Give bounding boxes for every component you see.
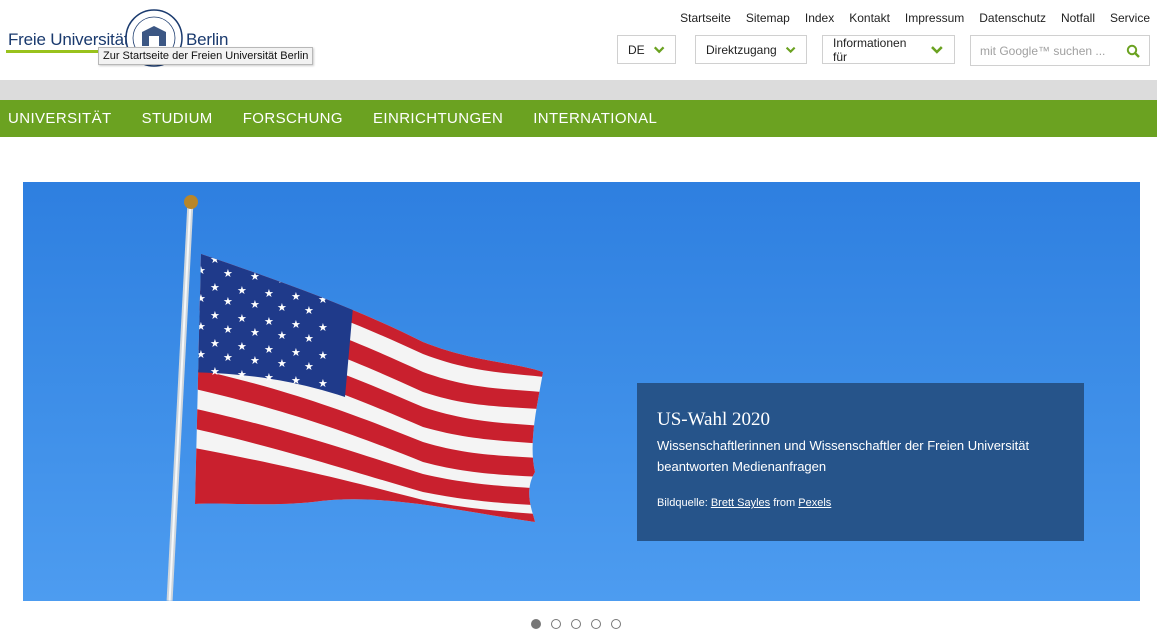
service-link-notfall[interactable]: Notfall xyxy=(1061,11,1095,25)
flag-star: ★ xyxy=(196,265,206,277)
flag-star: ★ xyxy=(223,296,233,308)
flag-star: ★ xyxy=(210,310,220,322)
flag-star: ★ xyxy=(318,294,328,306)
carousel-indicators xyxy=(531,619,621,629)
chevron-down-icon xyxy=(785,46,796,53)
flag-star: ★ xyxy=(223,268,233,280)
image-credit: Bildquelle: Brett Sayles from Pexels xyxy=(657,497,1064,509)
credit-prefix: Bildquelle: xyxy=(657,497,708,509)
service-link-datenschutz[interactable]: Datenschutz xyxy=(979,11,1046,25)
informationen-select[interactable]: Informationen für xyxy=(822,35,955,64)
flag-star: ★ xyxy=(210,282,220,294)
flag-star: ★ xyxy=(304,361,314,373)
flag-star: ★ xyxy=(237,257,247,269)
hero-title[interactable]: US-Wahl 2020 xyxy=(657,409,1064,431)
search-icon[interactable] xyxy=(1126,44,1140,58)
service-link-index[interactable]: Index xyxy=(805,11,834,25)
flag-star: ★ xyxy=(318,322,328,334)
credit-author-link[interactable]: Brett Sayles xyxy=(711,497,770,509)
hero-subtitle[interactable]: Wissenschaftlerinnen und Wissenschaftler… xyxy=(657,435,1064,477)
flag-star: ★ xyxy=(237,369,247,381)
direktzugang-select[interactable]: Direktzugang xyxy=(695,35,807,64)
flag-star: ★ xyxy=(237,285,247,297)
flag-star: ★ xyxy=(318,266,328,278)
flag-star: ★ xyxy=(318,378,328,390)
carousel-dot[interactable] xyxy=(611,619,621,629)
flag-star: ★ xyxy=(250,355,260,367)
flag-star: ★ xyxy=(264,316,274,328)
flag-star: ★ xyxy=(210,366,220,378)
flag-star: ★ xyxy=(237,341,247,353)
service-nav: Startseite Sitemap Index Kontakt Impressum Da… xyxy=(680,11,1150,25)
flag-star: ★ xyxy=(250,299,260,311)
header-divider xyxy=(0,80,1157,100)
carousel-dot[interactable] xyxy=(571,619,581,629)
language-label: DE xyxy=(628,42,645,57)
flag-star: ★ xyxy=(264,288,274,300)
flag-star: ★ xyxy=(210,254,220,266)
flag-star: ★ xyxy=(250,327,260,339)
flag-star: ★ xyxy=(237,313,247,325)
main-nav-item[interactable]: FORSCHUNG xyxy=(243,110,343,127)
hero-slide[interactable]: ★ ★ ★ ★ ★ ★ ★ ★ ★ ★ ★ ★ ★ ★ ★ ★ ★ ★ ★ ★ ★ ★ ★ ★ ★ ★ ★ ★ ★ ★ ★ ★ ★ ★ ★ ★ ★ ★ ★ ★… xyxy=(23,182,1140,601)
flag-star: ★ xyxy=(291,375,301,387)
main-nav-item[interactable]: INTERNATIONAL xyxy=(533,110,657,127)
flag-star: ★ xyxy=(291,263,301,275)
search-box xyxy=(970,35,1150,66)
carousel-dot[interactable] xyxy=(551,619,561,629)
service-link-impressum[interactable]: Impressum xyxy=(905,11,964,25)
logo-tooltip: Zur Startseite der Freien Universität Be… xyxy=(98,47,314,65)
credit-source-link[interactable]: Pexels xyxy=(798,497,831,509)
flag-star: ★ xyxy=(210,338,220,350)
flag-star: ★ xyxy=(223,352,233,364)
flag-star: ★ xyxy=(304,333,314,345)
flag-star: ★ xyxy=(223,324,233,336)
flag-star: ★ xyxy=(277,302,287,314)
main-nav-item[interactable]: UNIVERSITÄT xyxy=(8,110,112,127)
main-nav-item[interactable]: STUDIUM xyxy=(142,110,213,127)
flag-star: ★ xyxy=(196,321,206,333)
chevron-down-icon xyxy=(653,46,665,53)
flag-star: ★ xyxy=(304,305,314,317)
flag-star: ★ xyxy=(304,277,314,289)
search-input[interactable] xyxy=(980,43,1120,58)
flag-star: ★ xyxy=(277,330,287,342)
flag-star: ★ xyxy=(264,372,274,384)
service-link-sitemap[interactable]: Sitemap xyxy=(746,11,790,25)
flag-star: ★ xyxy=(291,347,301,359)
service-link-service[interactable]: Service xyxy=(1110,11,1150,25)
flag-star: ★ xyxy=(264,260,274,272)
flag-stripes: ★ ★ ★ ★ ★★ ★ ★ ★ ★★ ★ ★ ★ ★★ ★ ★ ★ ★★ ★ ★ ★ ★ ★★ ★ ★ ★ ★★ ★ ★ ★ ★ ★★ ★ ★… xyxy=(195,254,543,522)
flag-star: ★ xyxy=(277,274,287,286)
credit-from: from xyxy=(773,497,796,509)
flag-star: ★ xyxy=(196,293,206,305)
hero-caption: US-Wahl 2020 Wissenschaftlerinnen und Wi… xyxy=(637,383,1084,541)
flag-star: ★ xyxy=(291,319,301,331)
flag-star: ★ xyxy=(250,271,260,283)
informationen-label: Informationen für xyxy=(833,35,907,64)
flag-star: ★ xyxy=(277,358,287,370)
service-link-kontakt[interactable]: Kontakt xyxy=(849,11,890,25)
flag-star: ★ xyxy=(291,291,301,303)
carousel-dot[interactable] xyxy=(591,619,601,629)
language-select[interactable]: DE xyxy=(617,35,676,64)
service-link-startseite[interactable]: Startseite xyxy=(680,11,731,25)
carousel-dot[interactable] xyxy=(531,619,541,629)
flag-star: ★ xyxy=(264,344,274,356)
main-nav: UNIVERSITÄT STUDIUM FORSCHUNG EINRICHTUNGEN… xyxy=(0,100,1157,137)
flag-star: ★ xyxy=(196,349,206,361)
flag-star: ★ xyxy=(318,350,328,362)
direktzugang-label: Direktzugang xyxy=(706,42,777,57)
main-nav-item[interactable]: EINRICHTUNGEN xyxy=(373,110,503,127)
chevron-down-icon xyxy=(931,45,943,54)
